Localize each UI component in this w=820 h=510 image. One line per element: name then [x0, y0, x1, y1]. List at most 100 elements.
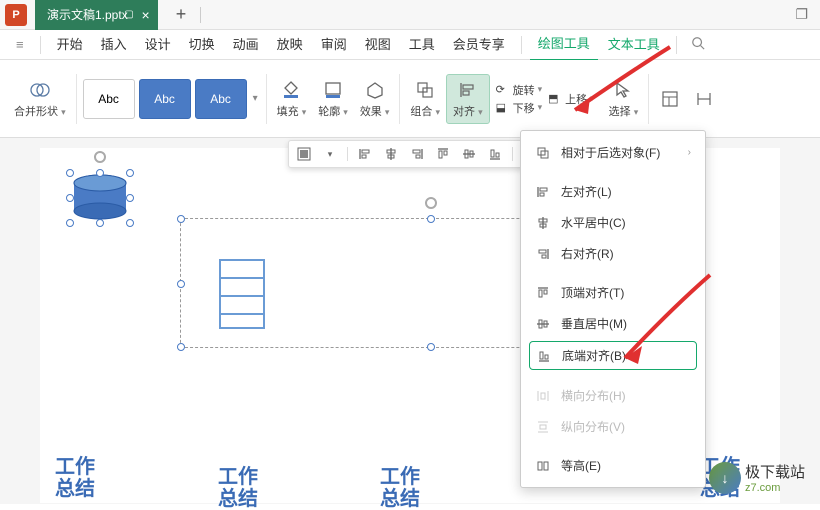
watermark-text: 极下载站 z7.com	[745, 461, 805, 494]
divider	[676, 36, 677, 54]
menu-start[interactable]: 开始	[49, 30, 91, 60]
rotation-handle-icon[interactable]	[425, 197, 437, 209]
fb-align-middle-icon[interactable]	[460, 145, 478, 163]
text-work-summary-3[interactable]: 工作总结	[380, 466, 420, 510]
dd-align-top[interactable]: 顶端对齐(T)	[521, 277, 705, 308]
outline-button[interactable]: 轮廓 ▾	[312, 75, 354, 123]
align-bottom-icon	[536, 348, 552, 364]
menu-review[interactable]: 审阅	[313, 30, 355, 60]
align-button[interactable]: 对齐 ▾	[446, 74, 490, 124]
menu-drawing-tools[interactable]: 绘图工具	[530, 29, 598, 61]
resize-handle[interactable]	[96, 219, 104, 227]
ribbon: 合并形状 ▾ Abc Abc Abc ▾ 填充 ▾ 轮廓 ▾ 效果 ▾ 组合 ▾…	[0, 60, 820, 138]
resize-handle[interactable]	[177, 343, 185, 351]
text-work-summary-2[interactable]: 工作总结	[218, 466, 258, 510]
fb-caret-icon[interactable]: ▾	[321, 145, 339, 163]
app-icon: P	[5, 4, 27, 26]
equal-height-icon	[535, 458, 551, 474]
fill-button[interactable]: 填充 ▾	[271, 75, 313, 123]
menu-hamburger-icon[interactable]: ≡	[8, 30, 32, 60]
group-button[interactable]: 组合 ▾	[404, 75, 446, 123]
resize-handle[interactable]	[66, 194, 74, 202]
move-down-icon: ⬓	[496, 101, 510, 115]
menu-animation[interactable]: 动画	[225, 30, 267, 60]
window-maximize-icon[interactable]: ❐	[795, 6, 808, 23]
effect-button[interactable]: 效果 ▾	[354, 75, 396, 123]
dd-relative-to-object[interactable]: 相对于后选对象(F) ›	[521, 137, 705, 168]
layout-icon	[659, 88, 681, 110]
layout-button[interactable]	[653, 84, 687, 114]
dd-align-left[interactable]: 左对齐(L)	[521, 176, 705, 207]
shape-style-3[interactable]: Abc	[195, 79, 247, 119]
rotate-button[interactable]: ⟳旋转 ▾	[496, 82, 543, 98]
fb-align-top-icon[interactable]	[434, 145, 452, 163]
menu-tools[interactable]: 工具	[401, 30, 443, 60]
dd-equal-height[interactable]: 等高(E)	[521, 450, 705, 481]
text-work-summary-1[interactable]: 工作总结	[55, 456, 95, 500]
divider	[347, 147, 348, 161]
resize-handle[interactable]	[126, 219, 134, 227]
menu-transition[interactable]: 切换	[181, 30, 223, 60]
separator	[76, 74, 77, 124]
shape-bookshelf[interactable]	[218, 258, 266, 335]
title-bar: P 演示文稿1.pptx ▢ × + ❐	[0, 0, 820, 30]
tab-close-icon[interactable]: ×	[142, 7, 150, 23]
doc-name: 演示文稿1.pptx	[47, 6, 128, 23]
move-up-button[interactable]: ⬒上移 ▾	[548, 91, 595, 107]
resize-handle[interactable]	[427, 215, 435, 223]
document-tab[interactable]: 演示文稿1.pptx ▢ ×	[35, 0, 158, 30]
resize-handle[interactable]	[96, 169, 104, 177]
dd-align-bottom[interactable]: 底端对齐(B)	[529, 341, 697, 370]
move-up-icon: ⬒	[548, 92, 562, 106]
effect-icon	[364, 79, 386, 101]
dimension-button[interactable]	[687, 84, 721, 114]
align-center-v-icon	[535, 316, 551, 332]
move-down-button[interactable]: ⬓下移 ▾	[496, 100, 543, 116]
resize-handle[interactable]	[126, 169, 134, 177]
add-tab-button[interactable]: +	[168, 4, 195, 25]
menu-text-tools[interactable]: 文本工具	[600, 30, 668, 60]
search-icon[interactable]	[691, 36, 705, 53]
resize-handle[interactable]	[177, 215, 185, 223]
rotation-handle-icon[interactable]	[94, 151, 106, 163]
align-icon	[457, 79, 479, 101]
align-left-icon	[535, 184, 551, 200]
fb-align-bottom-icon[interactable]	[486, 145, 504, 163]
menu-member[interactable]: 会员专享	[445, 30, 513, 60]
fb-align-left-icon[interactable]	[356, 145, 374, 163]
style-more-icon[interactable]: ▾	[253, 93, 258, 104]
resize-handle[interactable]	[126, 194, 134, 202]
relative-icon	[535, 145, 551, 161]
fb-align-right-icon[interactable]	[408, 145, 426, 163]
tab-window-icon[interactable]: ▢	[124, 9, 133, 20]
select-button[interactable]: 选择 ▾	[603, 75, 645, 123]
divider	[521, 36, 522, 54]
resize-handle[interactable]	[66, 169, 74, 177]
shape-style-2[interactable]: Abc	[139, 79, 191, 119]
menu-insert[interactable]: 插入	[93, 30, 135, 60]
merge-shapes-button[interactable]: 合并形状 ▾	[8, 75, 72, 123]
shape-style-1[interactable]: Abc	[83, 79, 135, 119]
dd-align-center-h[interactable]: 水平居中(C)	[521, 207, 705, 238]
merge-shapes-icon	[29, 79, 51, 101]
fb-align-center-icon[interactable]	[382, 145, 400, 163]
rotate-icon: ⟳	[496, 83, 510, 97]
align-right-icon	[535, 246, 551, 262]
dd-align-right[interactable]: 右对齐(R)	[521, 238, 705, 269]
menu-design[interactable]: 设计	[137, 30, 179, 60]
divider	[40, 36, 41, 54]
menu-slideshow[interactable]: 放映	[269, 30, 311, 60]
resize-handle[interactable]	[177, 280, 185, 288]
divider	[512, 147, 513, 161]
dd-align-center-v[interactable]: 垂直居中(M)	[521, 308, 705, 339]
resize-handle[interactable]	[66, 219, 74, 227]
fb-layout-icon[interactable]	[295, 145, 313, 163]
separator	[399, 74, 400, 124]
resize-handle[interactable]	[427, 343, 435, 351]
shape-cylinder[interactable]	[70, 173, 130, 223]
dd-distribute-h: 横向分布(H)	[521, 380, 705, 411]
merge-shapes-label: 合并形状 ▾	[14, 103, 66, 119]
menu-view[interactable]: 视图	[357, 30, 399, 60]
menu-bar: ≡ 开始 插入 设计 切换 动画 放映 审阅 视图 工具 会员专享 绘图工具 文…	[0, 30, 820, 60]
move-stack: ⬒上移 ▾	[548, 91, 595, 107]
